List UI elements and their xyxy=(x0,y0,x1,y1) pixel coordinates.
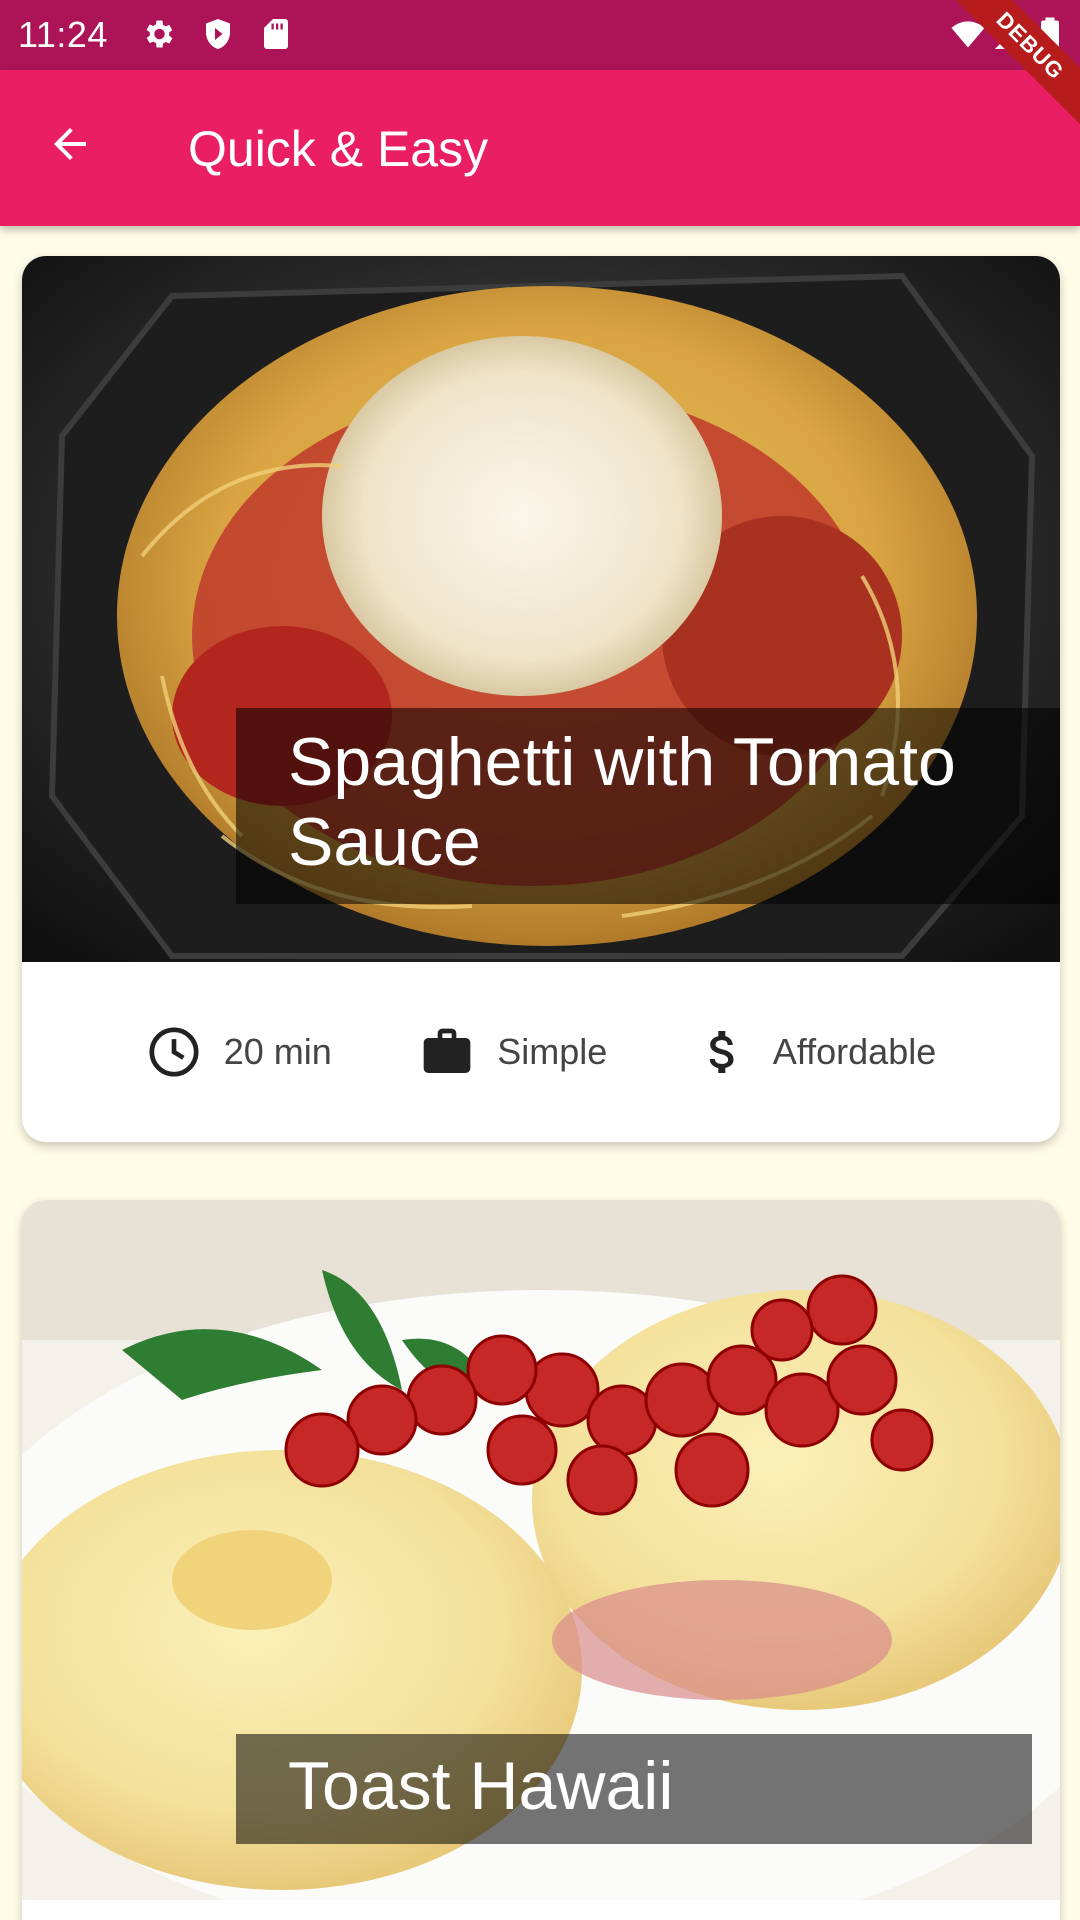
meal-title-overlay: Spaghetti with Tomato Sauce xyxy=(236,708,1060,904)
meal-duration-text: 20 min xyxy=(223,1031,332,1072)
meal-title-overlay: Toast Hawaii xyxy=(236,1734,1032,1844)
meal-duration: 20 min xyxy=(146,1024,332,1080)
app-bar: Quick & Easy xyxy=(0,70,1080,226)
back-button[interactable] xyxy=(34,108,106,180)
meal-card-spaghetti[interactable]: Spaghetti with Tomato Sauce 20 min Simpl… xyxy=(22,256,1060,1142)
meal-affordability: Affordable xyxy=(695,1024,936,1080)
meal-card-toast-hawaii[interactable]: Toast Hawaii xyxy=(22,1200,1060,1920)
meal-title: Toast Hawaii xyxy=(288,1748,674,1824)
status-time: 11:24 xyxy=(18,14,108,55)
meal-complexity-text: Simple xyxy=(497,1031,608,1072)
meal-title: Spaghetti with Tomato Sauce xyxy=(288,724,956,880)
schedule-icon xyxy=(149,1027,199,1077)
meal-affordability-text: Affordable xyxy=(772,1031,937,1072)
status-bar: 11:24 xyxy=(0,0,1080,70)
page-title: Quick & Easy xyxy=(188,121,489,177)
meal-meta-row: 20 min Simple Affordable xyxy=(22,962,1060,1142)
shield-icon xyxy=(206,19,230,49)
settings-icon xyxy=(146,20,173,48)
arrow-back-icon xyxy=(54,128,86,160)
meal-complexity: Simple xyxy=(419,1024,607,1080)
sim-card-icon xyxy=(264,19,288,49)
attach-money-icon xyxy=(709,1031,734,1073)
work-icon xyxy=(423,1028,471,1073)
